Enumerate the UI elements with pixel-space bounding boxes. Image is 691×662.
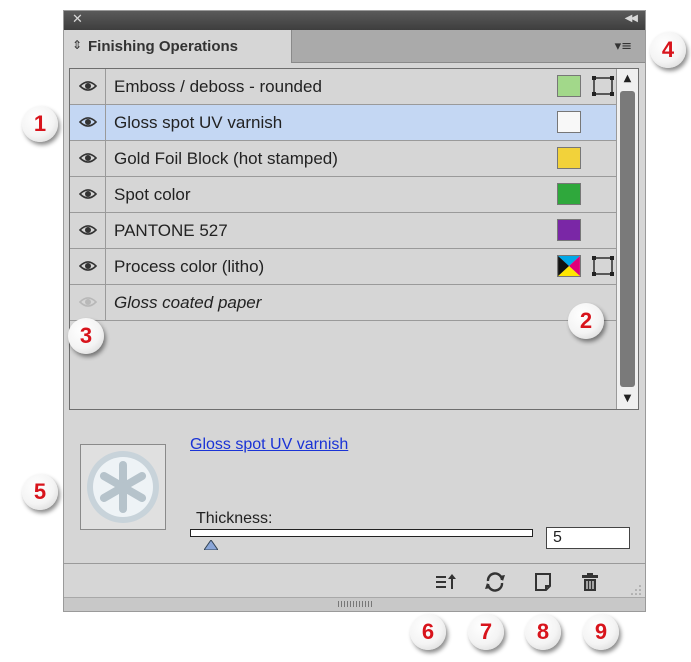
callout-3: 3	[68, 318, 104, 354]
tab-finishing-operations[interactable]: ⇕ Finishing Operations	[64, 30, 292, 63]
resize-grip-icon[interactable]	[631, 585, 641, 595]
callout-2: 2	[568, 303, 604, 339]
list-item[interactable]: Process color (litho)	[70, 249, 617, 285]
close-icon[interactable]: ✕	[72, 12, 83, 27]
callout-6: 6	[410, 614, 446, 650]
scroll-up-icon[interactable]: ▲	[617, 69, 638, 89]
finishing-operations-panel: ✕ ◀◀ ⇕ Finishing Operations ▾≡ Emboss / …	[63, 10, 646, 612]
list-item[interactable]: Gloss coated paper	[70, 285, 617, 321]
list-item[interactable]: Gold Foil Block (hot stamped)	[70, 141, 617, 177]
color-swatch[interactable]	[557, 111, 581, 133]
outline-mode-icon[interactable]	[591, 75, 615, 97]
color-swatch[interactable]	[557, 219, 581, 241]
list-item[interactable]: Emboss / deboss - rounded	[70, 69, 617, 105]
operation-name: Process color (litho)	[114, 257, 265, 276]
panel-resize-handle[interactable]	[64, 597, 645, 611]
color-swatch[interactable]	[557, 147, 581, 169]
trash-icon[interactable]	[578, 572, 602, 592]
list-item[interactable]: Spot color	[70, 177, 617, 213]
operation-name: Spot color	[114, 185, 191, 204]
operation-name: Gold Foil Block (hot stamped)	[114, 149, 338, 168]
visibility-toggle[interactable]	[70, 285, 106, 320]
tab-strip: ⇕ Finishing Operations ▾≡	[64, 30, 645, 63]
callout-8: 8	[525, 614, 561, 650]
callout-1: 1	[22, 106, 58, 142]
operation-name: Gloss spot UV varnish	[114, 113, 283, 132]
visibility-toggle[interactable]	[70, 177, 106, 212]
panel-menu-icon[interactable]: ▾≡	[615, 39, 632, 54]
operation-name: Emboss / deboss - rounded	[114, 77, 322, 96]
eye-icon	[79, 153, 97, 163]
sort-up-icon[interactable]	[434, 572, 458, 592]
color-swatch[interactable]	[557, 75, 581, 97]
tab-label: Finishing Operations	[88, 38, 239, 55]
eye-icon	[79, 81, 97, 91]
double-left-arrow-icon[interactable]: ◀◀	[625, 13, 638, 24]
thickness-input[interactable]	[546, 527, 630, 549]
thickness-slider[interactable]	[190, 529, 533, 537]
list-item[interactable]: PANTONE 527	[70, 213, 617, 249]
operations-list: Emboss / deboss - rounded Gloss spot UV v…	[69, 68, 639, 410]
visibility-toggle[interactable]	[70, 249, 106, 284]
operation-name: Gloss coated paper	[114, 293, 262, 312]
new-item-icon[interactable]	[531, 572, 555, 592]
eye-icon	[79, 117, 97, 127]
visibility-toggle[interactable]	[70, 213, 106, 248]
eye-icon	[79, 297, 97, 307]
visibility-toggle[interactable]	[70, 105, 106, 140]
up-down-arrows-icon[interactable]: ⇕	[72, 38, 82, 52]
callout-7: 7	[468, 614, 504, 650]
visibility-toggle[interactable]	[70, 141, 106, 176]
eye-icon	[79, 261, 97, 271]
vertical-scrollbar[interactable]: ▲ ▼	[616, 69, 638, 409]
thickness-label: Thickness:	[196, 510, 273, 527]
refresh-icon[interactable]	[483, 572, 507, 592]
operation-name: PANTONE 527	[114, 221, 228, 240]
scrollbar-thumb[interactable]	[620, 91, 635, 387]
slider-thumb-icon[interactable]	[203, 540, 218, 550]
callout-9: 9	[583, 614, 619, 650]
eye-icon	[79, 225, 97, 235]
process-color-swatch-icon[interactable]	[557, 255, 581, 277]
outline-mode-icon[interactable]	[591, 255, 615, 277]
list-item[interactable]: Gloss spot UV varnish	[70, 105, 617, 141]
eye-icon	[79, 189, 97, 199]
callout-5: 5	[22, 474, 58, 510]
callout-4: 4	[650, 32, 686, 68]
panel-titlebar: ✕ ◀◀	[64, 11, 645, 30]
operation-preview-image	[80, 444, 166, 530]
scroll-down-icon[interactable]: ▼	[617, 389, 638, 409]
visibility-toggle[interactable]	[70, 69, 106, 104]
selected-operation-link[interactable]: Gloss spot UV varnish	[190, 436, 348, 454]
color-swatch[interactable]	[557, 183, 581, 205]
panel-footer	[64, 563, 645, 599]
